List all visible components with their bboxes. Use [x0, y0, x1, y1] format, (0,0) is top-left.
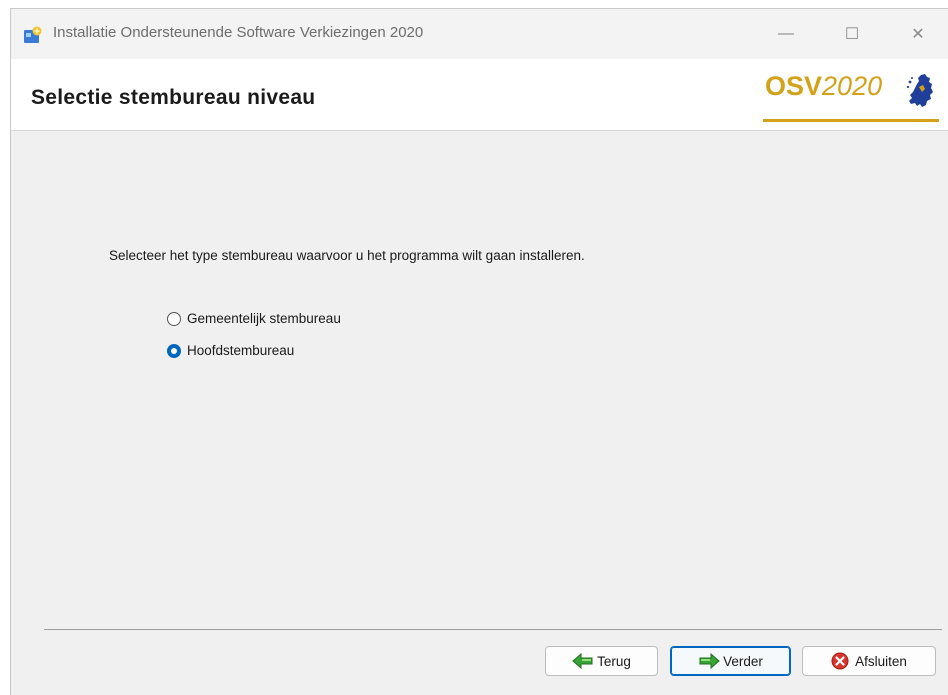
logo-underline: [763, 119, 939, 122]
radio-button-unchecked[interactable]: [167, 311, 181, 326]
window-title: Installatie Ondersteunende Software Verk…: [53, 24, 424, 41]
installer-window: Installatie Ondersteunende Software Verk…: [10, 8, 948, 695]
title-bar[interactable]: Installatie Ondersteunende Software Verk…: [11, 9, 948, 59]
radio-option-hoofdstembureau[interactable]: Hoofdstembureau: [167, 343, 294, 358]
back-button-label: Terug: [597, 653, 631, 669]
close-button-label: Afsluiten: [855, 653, 907, 669]
minimize-icon: —: [778, 25, 794, 42]
osv-logo: OSV2020: [763, 67, 939, 127]
footer-separator: [44, 629, 942, 630]
close-icon: ✕: [911, 26, 925, 43]
radio-label[interactable]: Hoofdstembureau: [187, 343, 294, 358]
next-button[interactable]: Verder: [670, 646, 791, 676]
arrow-right-icon: [699, 653, 720, 669]
logo-text: OSV2020: [765, 71, 882, 102]
netherlands-map-icon: [906, 74, 933, 107]
radio-label[interactable]: Gemeentelijk stembureau: [187, 311, 341, 326]
close-circle-icon: [831, 652, 849, 670]
close-window-button[interactable]: ✕: [895, 9, 941, 59]
logo-year-text: 2020: [822, 71, 883, 101]
page-title: Selectie stembureau niveau: [31, 86, 316, 109]
instruction-text: Selecteer het type stembureau waarvoor u…: [109, 248, 585, 263]
arrow-left-icon: [572, 653, 593, 669]
maximize-button[interactable]: ☐: [829, 9, 875, 59]
close-button[interactable]: Afsluiten: [802, 646, 936, 676]
next-button-label: Verder: [723, 653, 763, 669]
page-header: Selectie stembureau niveau OSV2020: [11, 59, 948, 131]
radio-option-gemeentelijk[interactable]: Gemeentelijk stembureau: [167, 311, 341, 326]
logo-bold-text: OSV: [765, 71, 823, 101]
maximize-icon: ☐: [844, 26, 860, 43]
back-button[interactable]: Terug: [545, 646, 658, 676]
radio-button-checked[interactable]: [167, 343, 181, 358]
minimize-button[interactable]: —: [763, 9, 809, 59]
content-area: Selecteer het type stembureau waarvoor u…: [11, 131, 948, 631]
app-icon: [24, 26, 42, 43]
